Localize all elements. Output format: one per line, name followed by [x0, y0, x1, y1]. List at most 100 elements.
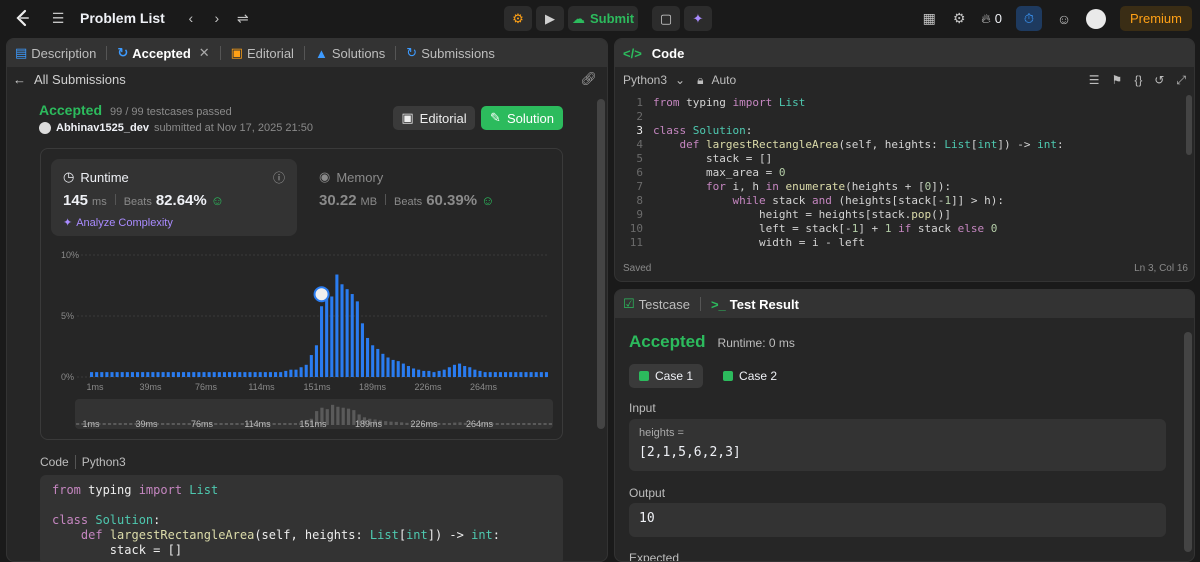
info-icon[interactable]: ⓘ: [273, 169, 285, 186]
distribution-bar[interactable]: [309, 355, 313, 377]
distribution-bar[interactable]: [258, 372, 262, 377]
avatar[interactable]: [1085, 8, 1106, 29]
problem-list-link[interactable]: Problem List: [80, 10, 165, 26]
tab-test-result[interactable]: >_ Test Result: [711, 297, 799, 312]
distribution-bar[interactable]: [350, 294, 354, 377]
distribution-bar[interactable]: [263, 372, 267, 377]
distribution-bar[interactable]: [360, 323, 364, 377]
distribution-bar[interactable]: [233, 372, 237, 377]
list-icon[interactable]: ☰: [50, 10, 66, 26]
distribution-bar[interactable]: [279, 372, 283, 377]
user-marker-avatar[interactable]: [313, 286, 330, 303]
distribution-bar[interactable]: [130, 372, 134, 377]
distribution-bar[interactable]: [182, 372, 186, 377]
distribution-bar[interactable]: [422, 370, 426, 377]
distribution-bar[interactable]: [274, 372, 278, 377]
distribution-bar[interactable]: [437, 370, 441, 377]
distribution-bar[interactable]: [253, 372, 257, 377]
runtime-distribution-chart[interactable]: 10% 5% 0% 1ms 39ms 76ms 114ms 151ms 189ms 226ms 26…: [41, 243, 562, 393]
distribution-bar[interactable]: [197, 372, 201, 377]
distribution-bar[interactable]: [212, 372, 216, 377]
case-1-tab[interactable]: Case 1: [629, 364, 704, 388]
distribution-bar[interactable]: [366, 337, 370, 377]
distribution-bar[interactable]: [314, 345, 318, 377]
premium-button[interactable]: Premium: [1119, 6, 1192, 31]
streak-counter[interactable]: 🔥︎ 0: [981, 11, 1002, 27]
distribution-bar[interactable]: [125, 372, 129, 377]
distribution-bar[interactable]: [110, 372, 114, 377]
distribution-bar[interactable]: [176, 372, 180, 377]
distribution-bar[interactable]: [156, 372, 160, 377]
reset-icon[interactable]: ↺: [1154, 73, 1164, 88]
distribution-bar[interactable]: [458, 363, 462, 377]
distribution-bar[interactable]: [100, 372, 104, 377]
distribution-bar[interactable]: [504, 372, 508, 377]
chevron-left-icon[interactable]: ‹: [183, 10, 199, 26]
distribution-bar[interactable]: [202, 372, 206, 377]
link-icon[interactable]: 🔗︎: [580, 71, 597, 87]
distribution-bar[interactable]: [166, 372, 170, 377]
distribution-bar[interactable]: [427, 370, 431, 377]
distribution-bar[interactable]: [529, 372, 533, 377]
distribution-bar[interactable]: [452, 364, 456, 377]
layout-icon[interactable]: ▦: [921, 10, 937, 27]
chevron-right-icon[interactable]: ›: [209, 10, 225, 26]
distribution-bar[interactable]: [120, 372, 124, 377]
distribution-bar[interactable]: [222, 372, 226, 377]
distribution-bar[interactable]: [463, 366, 467, 377]
ai-button[interactable]: ✦: [684, 6, 712, 31]
distribution-bar[interactable]: [534, 372, 538, 377]
distribution-bar[interactable]: [447, 367, 451, 377]
distribution-bar[interactable]: [391, 359, 395, 377]
distribution-bar[interactable]: [386, 357, 390, 377]
scrollbar[interactable]: [1184, 332, 1192, 552]
tab-testcase[interactable]: ☑ Testcase: [623, 296, 690, 312]
distribution-bar[interactable]: [432, 372, 436, 377]
distribution-bar[interactable]: [238, 372, 242, 377]
distribution-bar[interactable]: [217, 372, 221, 377]
auto-mode[interactable]: Auto: [712, 73, 737, 87]
distribution-bar[interactable]: [141, 372, 145, 377]
case-2-tab[interactable]: Case 2: [713, 364, 787, 388]
solution-button[interactable]: ✎ Solution: [481, 106, 563, 130]
analyze-complexity-link[interactable]: ✦ Analyze Complexity: [63, 216, 173, 230]
distribution-bar[interactable]: [381, 353, 385, 377]
tab-solutions[interactable]: ▲ Solutions: [315, 46, 385, 61]
distribution-bar[interactable]: [171, 372, 175, 377]
scrollbar[interactable]: [1186, 95, 1192, 155]
distribution-bar[interactable]: [524, 372, 528, 377]
close-icon[interactable]: ✕: [199, 45, 210, 61]
distribution-bar[interactable]: [493, 372, 497, 377]
distribution-bar[interactable]: [243, 372, 247, 377]
distribution-bar[interactable]: [473, 369, 477, 377]
tab-accepted[interactable]: ↻ Accepted ✕: [117, 45, 209, 61]
distribution-bar[interactable]: [355, 301, 359, 377]
distribution-bar[interactable]: [248, 372, 252, 377]
debug-button[interactable]: ⚙: [504, 6, 532, 31]
leetcode-logo-icon[interactable]: [12, 8, 32, 28]
distribution-bar[interactable]: [519, 372, 523, 377]
timer-button[interactable]: ⏱: [1015, 6, 1042, 31]
distribution-bar[interactable]: [401, 363, 405, 377]
distribution-bar[interactable]: [187, 372, 191, 377]
distribution-bar[interactable]: [376, 348, 380, 377]
distribution-bar[interactable]: [544, 372, 548, 377]
distribution-bar[interactable]: [320, 306, 324, 377]
notes-button[interactable]: ▢: [652, 6, 680, 31]
distribution-bar[interactable]: [304, 364, 308, 377]
arrow-left-icon[interactable]: ←: [13, 72, 26, 87]
expand-icon[interactable]: ⤢: [1176, 73, 1186, 88]
distribution-bar[interactable]: [325, 289, 329, 377]
distribution-bar[interactable]: [105, 372, 109, 377]
distribution-bar[interactable]: [483, 372, 487, 377]
distribution-bar[interactable]: [488, 372, 492, 377]
distribution-bar[interactable]: [115, 372, 119, 377]
distribution-bar[interactable]: [228, 372, 232, 377]
language-select[interactable]: Python3: [623, 73, 667, 87]
distribution-bar[interactable]: [345, 289, 349, 377]
tab-editorial[interactable]: ▣ Editorial: [231, 45, 294, 61]
scrollbar[interactable]: [597, 99, 605, 429]
distribution-bar[interactable]: [207, 372, 211, 377]
submit-button[interactable]: ☁ Submit: [568, 6, 638, 31]
distribution-bar[interactable]: [371, 345, 375, 377]
